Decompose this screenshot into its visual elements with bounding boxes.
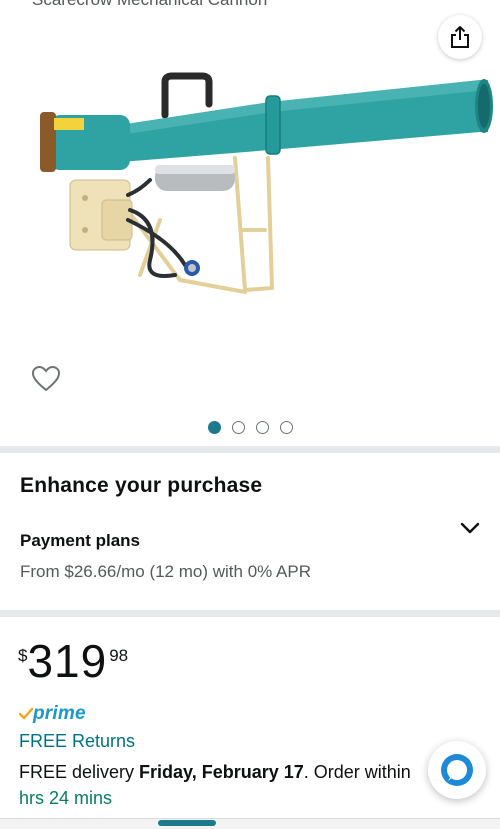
image-gallery[interactable] xyxy=(0,0,500,445)
prime-check-icon xyxy=(19,707,33,720)
enhance-title: Enhance your purchase xyxy=(20,474,263,497)
image-pagination xyxy=(0,421,500,434)
alexa-button[interactable] xyxy=(428,741,486,799)
pagination-dot[interactable] xyxy=(231,421,245,434)
prime-label: prime xyxy=(33,703,86,724)
expand-payment-plans-button[interactable] xyxy=(456,516,484,540)
delivery-info: FREE delivery Friday, February 17. Order… xyxy=(19,762,429,783)
price: $ 319 98 xyxy=(18,638,128,684)
pagination-dot[interactable] xyxy=(255,421,269,434)
order-countdown: hrs 24 mins xyxy=(19,788,113,808)
delivery-date: Friday, February 17 xyxy=(139,762,304,782)
delivery-suffix: . Order within xyxy=(303,762,411,782)
free-returns-link[interactable]: FREE Returns xyxy=(19,731,135,752)
share-button[interactable] xyxy=(438,15,482,59)
product-image[interactable] xyxy=(10,70,495,330)
share-icon xyxy=(451,26,469,48)
price-fraction: 98 xyxy=(109,646,129,665)
price-symbol: $ xyxy=(18,646,28,665)
chevron-down-icon xyxy=(460,522,480,534)
alexa-icon xyxy=(441,754,473,786)
heart-icon xyxy=(31,365,61,391)
payment-plans-title[interactable]: Payment plans xyxy=(20,531,140,551)
bottom-bar xyxy=(0,818,500,829)
prime-badge: prime xyxy=(19,703,86,725)
pagination-dot[interactable] xyxy=(279,421,293,434)
favorite-button[interactable] xyxy=(28,360,64,396)
payment-plans-text: From $26.66/mo (12 mo) with 0% APR xyxy=(20,562,312,581)
section-divider xyxy=(0,446,500,453)
section-divider xyxy=(0,610,500,617)
pagination-dot-active[interactable] xyxy=(207,421,221,434)
price-whole: 319 xyxy=(27,635,108,687)
delivery-prefix: FREE delivery xyxy=(19,762,140,782)
bottom-tab-indicator xyxy=(158,820,216,826)
